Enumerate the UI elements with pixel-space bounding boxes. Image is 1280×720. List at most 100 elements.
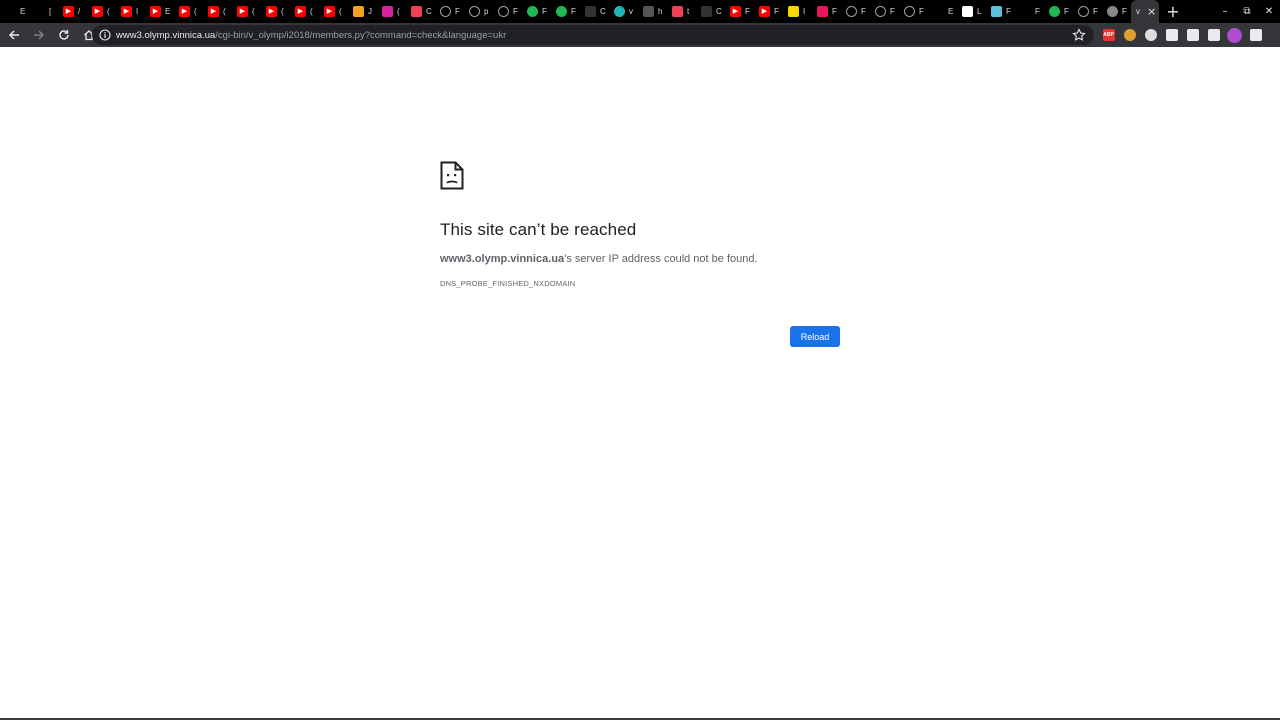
tab-list: E[▶ / ▶(▶ I ▶ E ▶(▶(▶(▶(▶(▶(J(C Fp F F F Cv h t C ▶ F ▶ F I… — [0, 0, 1131, 23]
tab[interactable]: ▶ I — [116, 0, 145, 23]
adblock-button[interactable]: ABP — [1098, 23, 1119, 47]
active-tab[interactable]: v × — [1131, 0, 1159, 23]
tab-title: E — [165, 7, 171, 16]
tab[interactable]: ▶( — [261, 0, 290, 23]
url-path: /cgi-bin/v_olymp/i2018/members.py?comman… — [215, 29, 507, 41]
github-icon — [846, 6, 857, 17]
error-code: DNS_PROBE_FINISHED_NXDOMAIN — [440, 279, 576, 288]
spotify-icon — [1049, 6, 1060, 17]
hexagon-icon — [817, 6, 828, 17]
tab-title: ( — [281, 7, 284, 16]
grid-ext-button[interactable] — [1161, 23, 1182, 47]
youtube-icon: ▶ — [295, 6, 306, 17]
tab-title: F — [571, 7, 576, 16]
tab[interactable]: C — [406, 0, 435, 23]
tab[interactable]: p — [464, 0, 493, 23]
youtube-icon: ▶ — [266, 6, 277, 17]
forward-button[interactable] — [28, 24, 50, 46]
tab[interactable]: J — [348, 0, 377, 23]
tab-title: F — [542, 7, 547, 16]
tab-title: / — [78, 7, 81, 16]
extensions-area: ABP — [1098, 23, 1266, 47]
reload-toolbar-button[interactable] — [53, 24, 75, 46]
tab[interactable]: C — [580, 0, 609, 23]
tab-title: F — [861, 7, 866, 16]
tab[interactable]: L — [957, 0, 986, 23]
youtube-icon: ▶ — [121, 6, 132, 17]
youtube-icon: ▶ — [237, 6, 248, 17]
bookmark-star-icon[interactable] — [1072, 28, 1086, 42]
tab[interactable]: E — [0, 0, 29, 23]
tab[interactable]: F — [522, 0, 551, 23]
tab[interactable]: F — [899, 0, 928, 23]
pocket-icon — [411, 6, 422, 17]
tab-title: F — [1122, 7, 1127, 16]
youtube-icon: ▶ — [150, 6, 161, 17]
tab[interactable]: C — [696, 0, 725, 23]
tab-title: F — [832, 7, 837, 16]
notion-icon — [962, 6, 973, 17]
tab[interactable]: ▶ / — [58, 0, 87, 23]
tab[interactable]: ▶ F — [754, 0, 783, 23]
tab[interactable]: ▶( — [87, 0, 116, 23]
tab[interactable]: h — [638, 0, 667, 23]
reload-button[interactable]: Reload — [790, 326, 840, 347]
github-icon — [875, 6, 886, 17]
youtube-icon: ▶ — [324, 6, 335, 17]
tab[interactable]: I — [783, 0, 812, 23]
tab[interactable]: E — [928, 0, 957, 23]
url-host: www3.olymp.vinnica.ua — [116, 29, 216, 41]
tab-title: C — [600, 7, 606, 16]
tab[interactable]: F — [551, 0, 580, 23]
tab[interactable]: ▶( — [290, 0, 319, 23]
tab[interactable]: F — [1044, 0, 1073, 23]
profile-avatar-button[interactable] — [1224, 23, 1245, 47]
back-button[interactable] — [3, 24, 25, 46]
restore-button[interactable]: ⧉ — [1236, 6, 1258, 17]
error-description: www3.olymp.vinnica.ua’s server IP addres… — [440, 253, 758, 265]
tab[interactable]: ▶ E — [145, 0, 174, 23]
tab-title: I — [803, 7, 806, 16]
close-window-button[interactable]: ✕ — [1258, 6, 1280, 17]
tab[interactable]: F — [1015, 0, 1044, 23]
address-bar[interactable]: www3.olymp.vinnica.ua/cgi-bin/v_olymp/i2… — [92, 25, 1094, 45]
tab[interactable]: F — [493, 0, 522, 23]
cookie-button[interactable] — [1119, 23, 1140, 47]
tab[interactable]: v — [609, 0, 638, 23]
new-tab-button[interactable]: + — [1159, 0, 1187, 23]
minimize-button[interactable]: – — [1214, 6, 1236, 17]
adblock-icon: ABP — [1102, 29, 1115, 41]
tab[interactable]: ▶( — [232, 0, 261, 23]
menu-button[interactable] — [1245, 23, 1266, 47]
tab[interactable]: [ — [29, 0, 58, 23]
tab-title: E — [948, 7, 954, 16]
browser-toolbar: www3.olymp.vinnica.ua/cgi-bin/v_olymp/i2… — [0, 23, 1280, 47]
tab[interactable]: F — [870, 0, 899, 23]
grid-icon — [643, 6, 654, 17]
eb-icon — [933, 6, 944, 17]
close-icon[interactable]: × — [1147, 6, 1157, 17]
tab[interactable]: F — [1102, 0, 1131, 23]
tab[interactable]: ▶( — [174, 0, 203, 23]
tab[interactable]: ▶ F — [725, 0, 754, 23]
medium-icon — [701, 6, 712, 17]
tab[interactable]: F — [986, 0, 1015, 23]
tab[interactable]: ▶( — [319, 0, 348, 23]
pocket-icon — [672, 6, 683, 17]
github-icon — [469, 6, 480, 17]
playlist-icon — [1207, 29, 1220, 41]
info-icon[interactable] — [99, 29, 111, 41]
tab[interactable]: F — [812, 0, 841, 23]
blank-icon — [34, 6, 45, 17]
tab-title: ( — [223, 7, 226, 16]
tab[interactable]: t — [667, 0, 696, 23]
tab[interactable]: F — [1073, 0, 1102, 23]
menu-icon — [1249, 29, 1262, 41]
grammarly-button[interactable] — [1140, 23, 1161, 47]
playlist-button[interactable] — [1203, 23, 1224, 47]
tab[interactable]: ▶( — [203, 0, 232, 23]
tab[interactable]: F — [841, 0, 870, 23]
tab[interactable]: ( — [377, 0, 406, 23]
github-ext-button[interactable] — [1182, 23, 1203, 47]
tab[interactable]: F — [435, 0, 464, 23]
